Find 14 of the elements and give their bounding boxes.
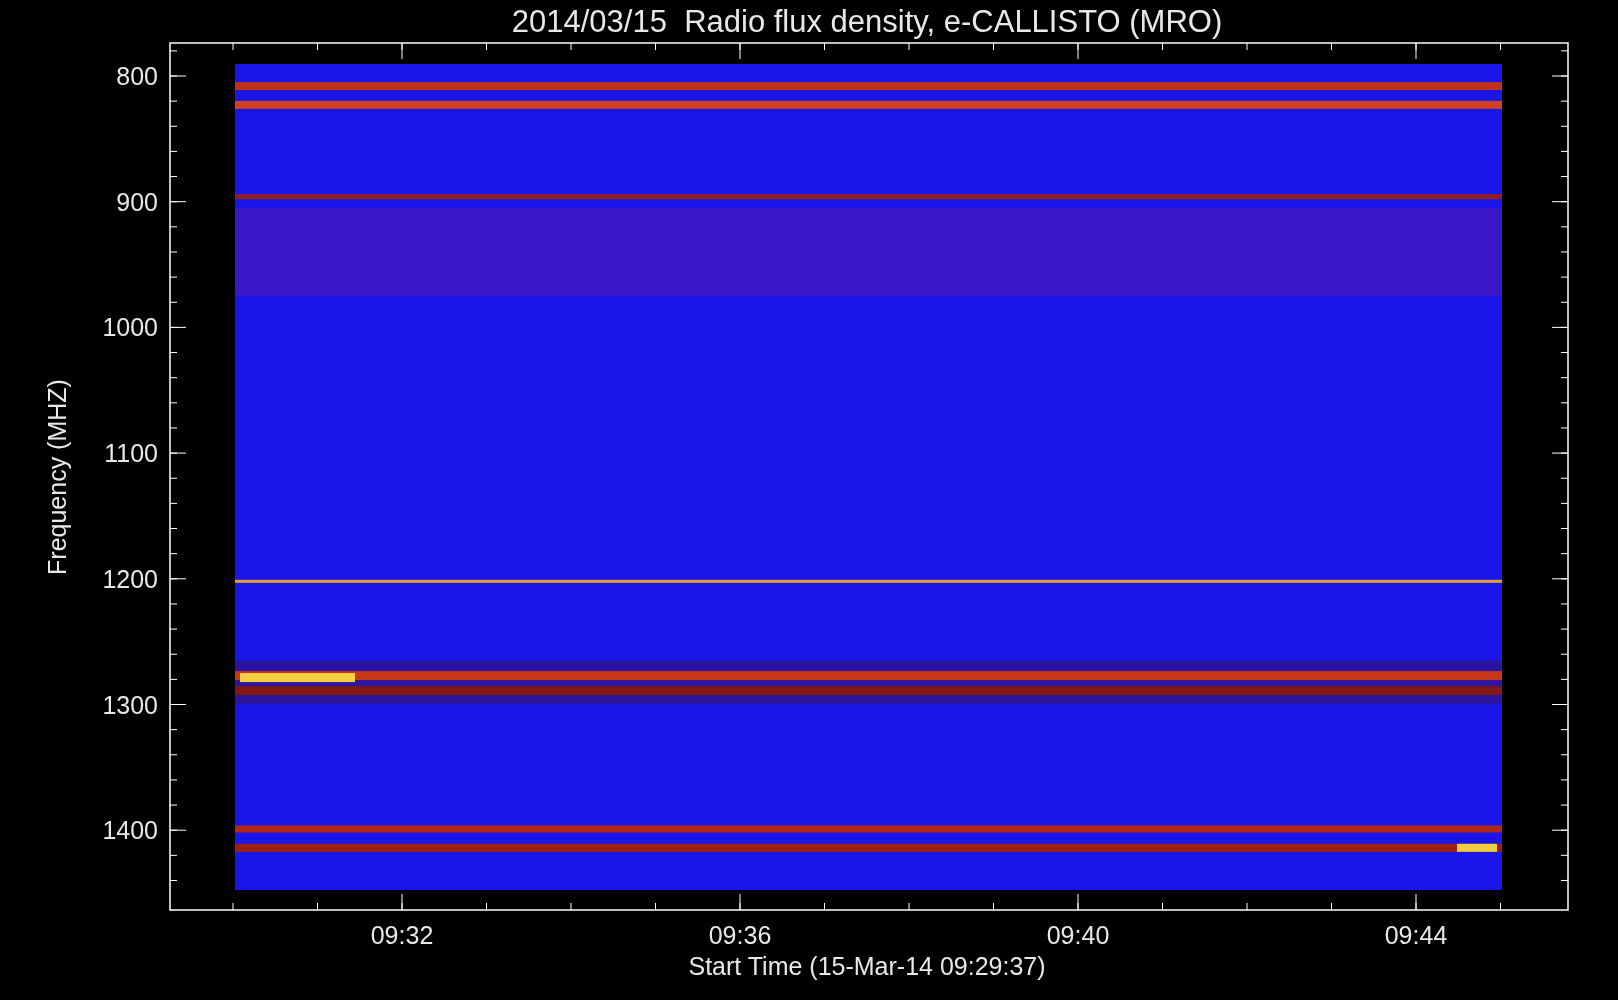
chart-title: 2014/03/15 Radio flux density, e-CALLISTO (MRO) xyxy=(511,4,1223,39)
axis-tick-label: 09:40 xyxy=(1046,921,1110,949)
axis-tick-label: 900 xyxy=(116,187,158,216)
axis-tick-label: 1400 xyxy=(102,816,158,845)
axis-tick-label: 09:36 xyxy=(708,921,772,949)
axis-title: Start Time (15-Mar-14 09:29:37) xyxy=(688,952,1046,980)
axis-tick-label: 1100 xyxy=(104,439,158,468)
axis-tick-label: 1000 xyxy=(102,313,158,342)
axis-tick-label: 800 xyxy=(116,62,158,90)
axis-tick-label: 1300 xyxy=(102,690,158,719)
axis-title: Frequency (MHZ) xyxy=(43,379,71,575)
axis-tick-label: 09:44 xyxy=(1384,921,1448,949)
axis-tick-label: 09:32 xyxy=(370,921,434,949)
axis-tick-label: 1200 xyxy=(102,564,158,593)
